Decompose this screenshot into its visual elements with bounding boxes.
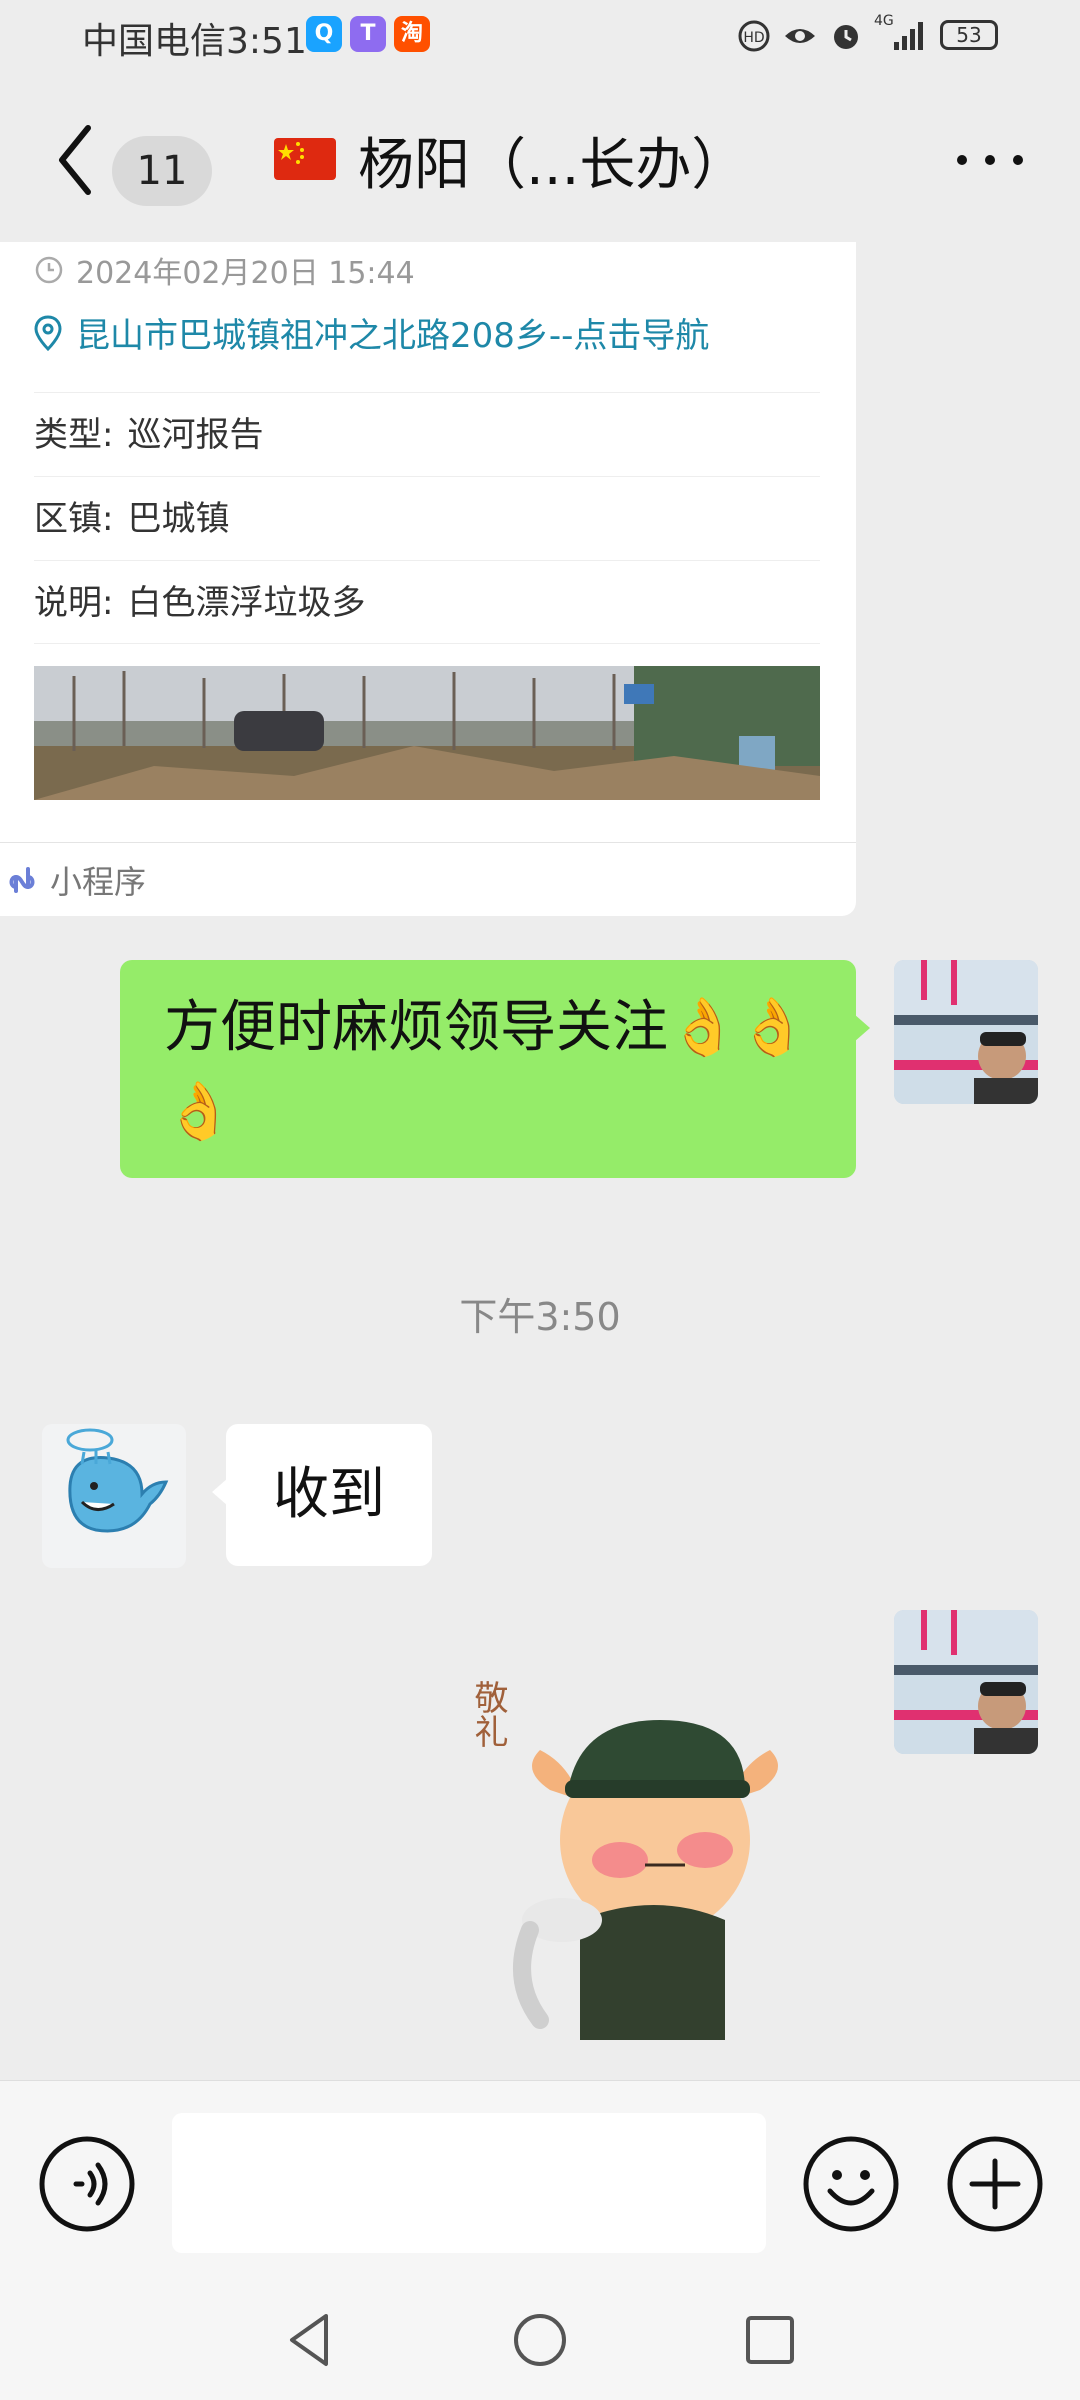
unread-count-badge[interactable]: 11 <box>112 136 212 206</box>
info-row-type: 类型: 巡河报告 <box>34 392 820 476</box>
china-flag-icon <box>274 138 336 180</box>
nav-back-icon[interactable] <box>278 2308 342 2372</box>
mini-program-label: 小程序 <box>50 862 147 901</box>
chevron-left-icon[interactable] <box>50 120 100 200</box>
alarm-icon <box>834 25 858 49</box>
river-photo[interactable] <box>34 666 820 800</box>
info-row-description: 说明: 白色漂浮垃圾多 <box>34 560 820 644</box>
nav-recents-icon[interactable] <box>738 2308 802 2372</box>
row-label: 区镇: <box>34 499 114 539</box>
colorful-app-icon: T <box>350 16 386 52</box>
search-app-icon: Q <box>306 16 342 52</box>
message-timestamp: 下午3:50 <box>459 1295 621 1339</box>
location-link[interactable]: 昆山市巴城镇祖冲之北路208乡--点击导航 <box>34 308 709 357</box>
voice-icon[interactable] <box>38 2135 136 2233</box>
chat-title: 杨阳（...长办） <box>358 133 748 198</box>
row-value: 巴城镇 <box>127 499 230 539</box>
row-label: 类型: <box>34 415 114 455</box>
contact-avatar[interactable] <box>42 1424 186 1568</box>
hd-icon: HD <box>738 20 770 52</box>
location-pin-icon <box>34 314 62 351</box>
message-input[interactable] <box>172 2113 766 2253</box>
datetime-text: 2024年02月20日 15:44 <box>76 256 415 291</box>
received-message-bubble[interactable]: 收到 <box>212 1424 432 1566</box>
cartoon-deer-salute-sticker <box>513 1720 778 2040</box>
row-value: 巡河报告 <box>127 415 264 455</box>
eye-icon <box>785 29 815 43</box>
emoji-icon[interactable] <box>802 2135 900 2233</box>
sent-message-bubble[interactable]: 方便时麻烦领导关注👌👌👌 <box>120 960 870 1178</box>
system-navigation-bar <box>0 2284 1080 2400</box>
sticker-text: 敬礼 <box>468 1680 508 1748</box>
svg-text:HD: HD <box>743 30 764 46</box>
row-label: 说明: <box>34 583 114 623</box>
mini-program-icon <box>9 866 35 893</box>
clock-icon <box>35 256 63 284</box>
battery-indicator: 53 <box>940 20 998 50</box>
input-bar <box>0 2080 1080 2284</box>
plus-icon[interactable] <box>946 2135 1044 2233</box>
signal-icon <box>894 22 923 50</box>
more-dots-icon[interactable] <box>950 140 1030 180</box>
mini-program-card[interactable]: 2024年02月20日 15:44 昆山市巴城镇祖冲之北路208乡--点击导航 … <box>0 242 856 916</box>
info-row-district: 区镇: 巴城镇 <box>34 476 820 560</box>
my-avatar[interactable] <box>894 960 1038 1104</box>
salute-sticker[interactable]: 敬礼 <box>468 1680 830 2040</box>
chat-header: 11 杨阳（...长办） <box>0 80 1080 240</box>
mini-program-footer: 小程序 <box>0 842 856 916</box>
row-value: 白色漂浮垃圾多 <box>127 583 366 623</box>
my-avatar[interactable] <box>894 1610 1038 1754</box>
location-text[interactable]: 昆山市巴城镇祖冲之北路208乡--点击导航 <box>76 308 709 357</box>
nav-home-icon[interactable] <box>508 2308 572 2372</box>
status-bar: 中国电信3:51 Q T 淘 HD 4G 53 <box>0 0 1080 72</box>
taobao-app-icon: 淘 <box>394 16 430 52</box>
report-datetime: 2024年02月20日 15:44 <box>34 248 415 292</box>
carrier-time: 中国电信3:51 <box>82 21 307 62</box>
